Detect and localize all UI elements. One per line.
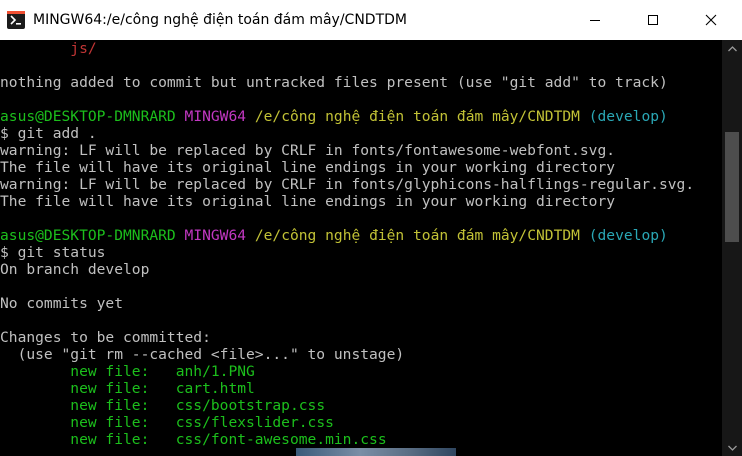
terminal-line: Changes to be committed: bbox=[0, 329, 211, 346]
arrow-up-icon bbox=[727, 45, 737, 51]
terminal-line: The file will have its original line end… bbox=[0, 159, 616, 176]
terminal-output[interactable]: js/ nothing added to commit but untracke… bbox=[0, 40, 722, 456]
new-file-path: css/bootstrap.css bbox=[175, 397, 326, 414]
prompt-branch: (develop) bbox=[588, 227, 668, 244]
prompt-user: asus@DESKTOP-DMNRARD bbox=[0, 227, 176, 244]
close-button[interactable] bbox=[688, 0, 734, 40]
new-file-path: css/font-awesome.min.css bbox=[175, 431, 387, 448]
terminal-line: No commits yet bbox=[0, 295, 124, 312]
new-file-path: css/flexslider.css bbox=[175, 414, 334, 431]
new-file-path: cart.html bbox=[175, 380, 255, 397]
git-bash-icon bbox=[7, 11, 25, 29]
terminal-line: nothing added to commit but untracked fi… bbox=[0, 74, 668, 91]
new-file-label: new file: bbox=[0, 414, 176, 431]
maximize-button[interactable] bbox=[630, 0, 676, 40]
scrollbar-thumb[interactable] bbox=[725, 132, 739, 242]
new-file-line: new file: css/flexslider.css bbox=[0, 414, 334, 431]
window-title: MINGW64:/e/công nghệ điện toán đám mây/C… bbox=[33, 12, 408, 28]
new-file-path: anh/1.PNG bbox=[175, 363, 255, 380]
arrow-down-icon bbox=[727, 445, 737, 451]
vertical-scrollbar[interactable] bbox=[722, 40, 742, 456]
prompt-shell: MINGW64 bbox=[184, 227, 247, 244]
maximize-icon bbox=[648, 15, 658, 25]
new-file-label: new file: bbox=[0, 397, 176, 414]
terminal-line: On branch develop bbox=[0, 261, 150, 278]
new-file-line: new file: css/bootstrap.css bbox=[0, 397, 325, 414]
close-icon bbox=[705, 14, 717, 26]
new-file-line: new file: css/font-awesome.min.css bbox=[0, 431, 387, 448]
title-bar[interactable]: MINGW64:/e/công nghệ điện toán đám mây/C… bbox=[0, 0, 742, 40]
prompt-user: asus@DESKTOP-DMNRARD bbox=[0, 108, 176, 125]
prompt-shell: MINGW64 bbox=[184, 108, 247, 125]
scroll-up-button[interactable] bbox=[722, 40, 742, 57]
terminal-line: js/ bbox=[0, 40, 97, 57]
prompt-path: /e/công nghệ điện toán đám mây/CNDTDM bbox=[254, 227, 580, 244]
prompt-path: /e/công nghệ điện toán đám mây/CNDTDM bbox=[254, 108, 580, 125]
new-file-label: new file: bbox=[0, 380, 176, 397]
prompt-branch: (develop) bbox=[588, 108, 668, 125]
new-file-label: new file: bbox=[0, 431, 176, 448]
terminal-line: warning: LF will be replaced by CRLF in … bbox=[0, 176, 695, 193]
minimize-icon bbox=[590, 20, 600, 21]
new-file-line: new file: anh/1.PNG bbox=[0, 363, 255, 380]
terminal-line: The file will have its original line end… bbox=[0, 193, 616, 210]
prompt-line: asus@DESKTOP-DMNRARD MINGW64 /e/công ngh… bbox=[0, 108, 668, 125]
scroll-down-button[interactable] bbox=[722, 439, 742, 456]
terminal-line: (use "git rm --cached <file>..." to unst… bbox=[0, 346, 405, 363]
new-file-line: new file: cart.html bbox=[0, 380, 255, 397]
background-window-edge bbox=[296, 448, 456, 456]
terminal-line: warning: LF will be replaced by CRLF in … bbox=[0, 142, 616, 159]
prompt-line: asus@DESKTOP-DMNRARD MINGW64 /e/công ngh… bbox=[0, 227, 668, 244]
new-file-label: new file: bbox=[0, 363, 176, 380]
command-line: $ git status bbox=[0, 244, 106, 261]
command-line: $ git add . bbox=[0, 125, 97, 142]
minimize-button[interactable] bbox=[572, 0, 618, 40]
